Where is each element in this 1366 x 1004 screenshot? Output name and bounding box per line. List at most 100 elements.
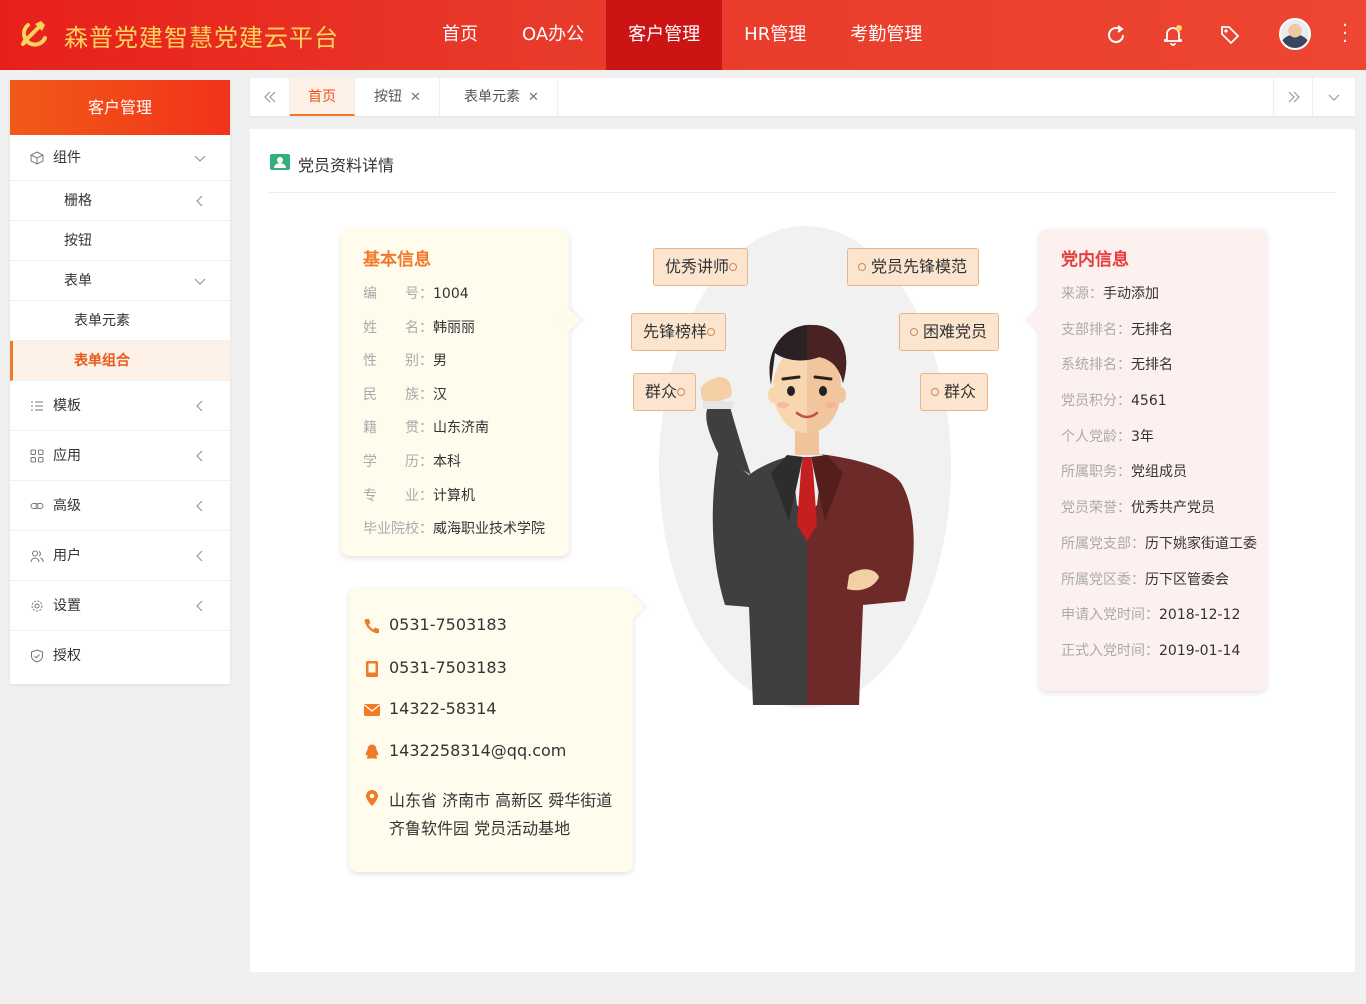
sidebar-item-form-combo[interactable]: 表单组合 bbox=[10, 341, 230, 381]
nav-home[interactable]: 首页 bbox=[420, 0, 500, 70]
contact-card: 0531-7503183 0531-7503183 14322-58314 14… bbox=[349, 588, 645, 872]
tab-scroll-left-button[interactable] bbox=[250, 78, 290, 116]
tag-dot bbox=[931, 388, 939, 396]
sidebar-item-label: 组件 bbox=[53, 150, 81, 166]
tag-pioneer-model: 先锋榜样 bbox=[631, 313, 727, 351]
mail-icon bbox=[364, 704, 380, 716]
member-card-icon bbox=[270, 154, 290, 170]
tag-dot bbox=[858, 263, 866, 271]
basic-info-card: 基本信息 编号：1004 姓名：韩丽丽 性别：男 民族：汉 籍贯：山东济南 学历… bbox=[341, 229, 581, 556]
tab-home[interactable]: 首页 bbox=[290, 78, 355, 116]
party-row-party-age: 个人党龄：3年 bbox=[1061, 429, 1154, 445]
party-row-branch: 所属党支部：历下姚家街道工委 bbox=[1061, 536, 1257, 552]
tab-scroll-right-button[interactable] bbox=[1273, 78, 1313, 116]
info-row-education: 学历：本科 bbox=[363, 454, 461, 470]
tag-icon[interactable] bbox=[1218, 23, 1242, 47]
refresh-icon[interactable] bbox=[1104, 23, 1128, 47]
tag-dot bbox=[910, 328, 918, 336]
page-title: 党员资料详情 bbox=[298, 156, 395, 175]
sidebar-item-form-elements[interactable]: 表单元素 bbox=[10, 301, 230, 341]
users-icon bbox=[30, 550, 44, 562]
sidebar-item-label: 表单元素 bbox=[74, 313, 130, 329]
chevron-left-icon bbox=[196, 600, 203, 611]
party-row-honor: 党员荣誉：优秀共产党员 bbox=[1061, 500, 1215, 516]
sidebar-item-button[interactable]: 按钮 bbox=[10, 221, 230, 261]
party-row-system-rank: 系统排名：无排名 bbox=[1061, 357, 1173, 373]
sidebar-item-apps[interactable]: 应用 bbox=[10, 431, 230, 481]
sidebar-item-components[interactable]: 组件 bbox=[10, 135, 230, 181]
chevron-down-icon bbox=[194, 278, 206, 285]
tag-excellent-lecturer: 优秀讲师 bbox=[653, 248, 749, 286]
card-pointer bbox=[1027, 307, 1053, 333]
cube-icon bbox=[30, 150, 44, 165]
info-row-id: 编号：1004 bbox=[363, 286, 469, 302]
chevron-left-icon bbox=[196, 550, 203, 561]
party-member-illustration bbox=[700, 324, 914, 705]
tab-label: 首页 bbox=[308, 89, 336, 105]
party-info-card: 党内信息 来源：手动添加 支部排名：无排名 系统排名：无排名 党员积分：4561… bbox=[1027, 229, 1267, 691]
sidebar-item-label: 授权 bbox=[53, 648, 81, 664]
more-menu-icon[interactable]: · · · bbox=[1339, 17, 1351, 51]
brand-title: 森普党建智慧党建云平台 bbox=[64, 24, 339, 52]
mobile-icon bbox=[366, 661, 378, 677]
bell-icon[interactable] bbox=[1161, 23, 1185, 47]
user-avatar[interactable] bbox=[1279, 18, 1311, 50]
qq-icon bbox=[365, 744, 379, 759]
tab-label: 按钮 bbox=[374, 89, 402, 105]
sidebar-item-template[interactable]: 模板 bbox=[10, 381, 230, 431]
chevron-down-icon bbox=[194, 155, 206, 162]
sidebar-title: 客户管理 bbox=[10, 80, 230, 135]
tag-dot bbox=[707, 328, 716, 336]
sidebar-item-label: 用户 bbox=[53, 548, 81, 564]
sidebar-item-advanced[interactable]: 高级 bbox=[10, 481, 230, 531]
tab-form-elements[interactable]: 表单元素 ✕ bbox=[446, 78, 558, 116]
party-info-title: 党内信息 bbox=[1061, 250, 1129, 270]
card-pointer bbox=[555, 307, 581, 333]
sidebar-item-settings[interactable]: 设置 bbox=[10, 581, 230, 631]
close-icon[interactable]: ✕ bbox=[410, 79, 421, 117]
party-emblem-icon bbox=[21, 21, 47, 47]
party-row-branch-rank: 支部排名：无排名 bbox=[1061, 322, 1173, 338]
info-row-school: 毕业院校：威海职业技术学院 bbox=[363, 521, 545, 537]
double-chevron-right-icon bbox=[1288, 91, 1300, 103]
top-bar: 森普党建智慧党建云平台 首页 OA办公 客户管理 HR管理 考勤管理 · · · bbox=[0, 0, 1366, 70]
nav-customer[interactable]: 客户管理 bbox=[606, 0, 723, 70]
sidebar-item-form[interactable]: 表单 bbox=[10, 261, 230, 301]
sidebar-item-grid[interactable]: 栅格 bbox=[10, 181, 230, 221]
info-row-ethnicity: 民族：汉 bbox=[363, 387, 447, 403]
sidebar-item-label: 按钮 bbox=[64, 233, 92, 249]
party-row-district: 所属党区委：历下区管委会 bbox=[1061, 572, 1229, 588]
info-row-hometown: 籍贯：山东济南 bbox=[363, 420, 489, 436]
sidebar-item-label: 表单 bbox=[64, 273, 92, 289]
sidebar-item-auth[interactable]: 授权 bbox=[10, 631, 230, 681]
tag-masses-left: 群众 bbox=[633, 373, 697, 411]
sidebar-item-label: 设置 bbox=[53, 598, 81, 614]
tab-bar: 首页 按钮 ✕ 表单元素 ✕ bbox=[250, 78, 1355, 116]
tag-masses-right: 群众 bbox=[920, 373, 989, 411]
party-row-position: 所属职务：党组成员 bbox=[1061, 464, 1187, 480]
tag-pioneer-exemplar: 党员先锋模范 bbox=[847, 248, 980, 286]
divider bbox=[268, 192, 1336, 193]
location-pin-icon bbox=[366, 790, 378, 806]
sidebar-item-label: 栅格 bbox=[64, 193, 92, 209]
close-icon[interactable]: ✕ bbox=[528, 79, 539, 117]
list-icon bbox=[31, 401, 43, 410]
nav-hr[interactable]: HR管理 bbox=[722, 0, 828, 70]
party-row-apply-date: 申请入党时间：2018-12-12 bbox=[1061, 607, 1241, 623]
double-chevron-left-icon bbox=[264, 91, 276, 103]
info-row-major: 专业：计算机 bbox=[363, 488, 475, 504]
chevron-left-icon bbox=[196, 195, 203, 206]
chevron-left-icon bbox=[196, 450, 203, 461]
info-row-gender: 性别：男 bbox=[363, 353, 447, 369]
chevron-left-icon bbox=[196, 400, 203, 411]
tab-menu-button[interactable] bbox=[1314, 78, 1354, 116]
sidebar-item-label: 表单组合 bbox=[74, 353, 130, 369]
sidebar-item-users[interactable]: 用户 bbox=[10, 531, 230, 581]
nav-oa[interactable]: OA办公 bbox=[500, 0, 606, 70]
chevron-left-icon bbox=[196, 500, 203, 511]
sidebar-item-label: 模板 bbox=[53, 398, 81, 414]
sidebar-item-label: 高级 bbox=[53, 498, 81, 514]
tab-button[interactable]: 按钮 ✕ bbox=[356, 78, 440, 116]
nav-attendance[interactable]: 考勤管理 bbox=[828, 0, 944, 70]
basic-info-title: 基本信息 bbox=[363, 250, 431, 270]
